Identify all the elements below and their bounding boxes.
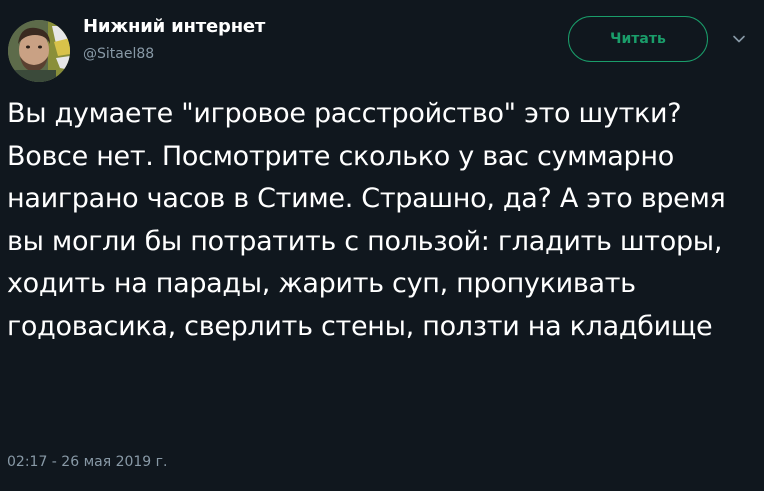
follow-button-label: Читать bbox=[610, 31, 666, 47]
avatar[interactable] bbox=[8, 20, 70, 82]
author-name[interactable]: Нижний интернет bbox=[83, 16, 265, 37]
chevron-down-icon[interactable] bbox=[731, 31, 747, 47]
tweet-timestamp[interactable]: 02:17 - 26 мая 2019 г. bbox=[7, 454, 167, 470]
tweet-text: Вы думаете "игровое расстройство" это шу… bbox=[7, 98, 726, 342]
author-handle[interactable]: @Sitael88 bbox=[83, 46, 154, 62]
follow-button[interactable]: Читать bbox=[568, 16, 708, 62]
avatar-photo bbox=[8, 20, 70, 82]
